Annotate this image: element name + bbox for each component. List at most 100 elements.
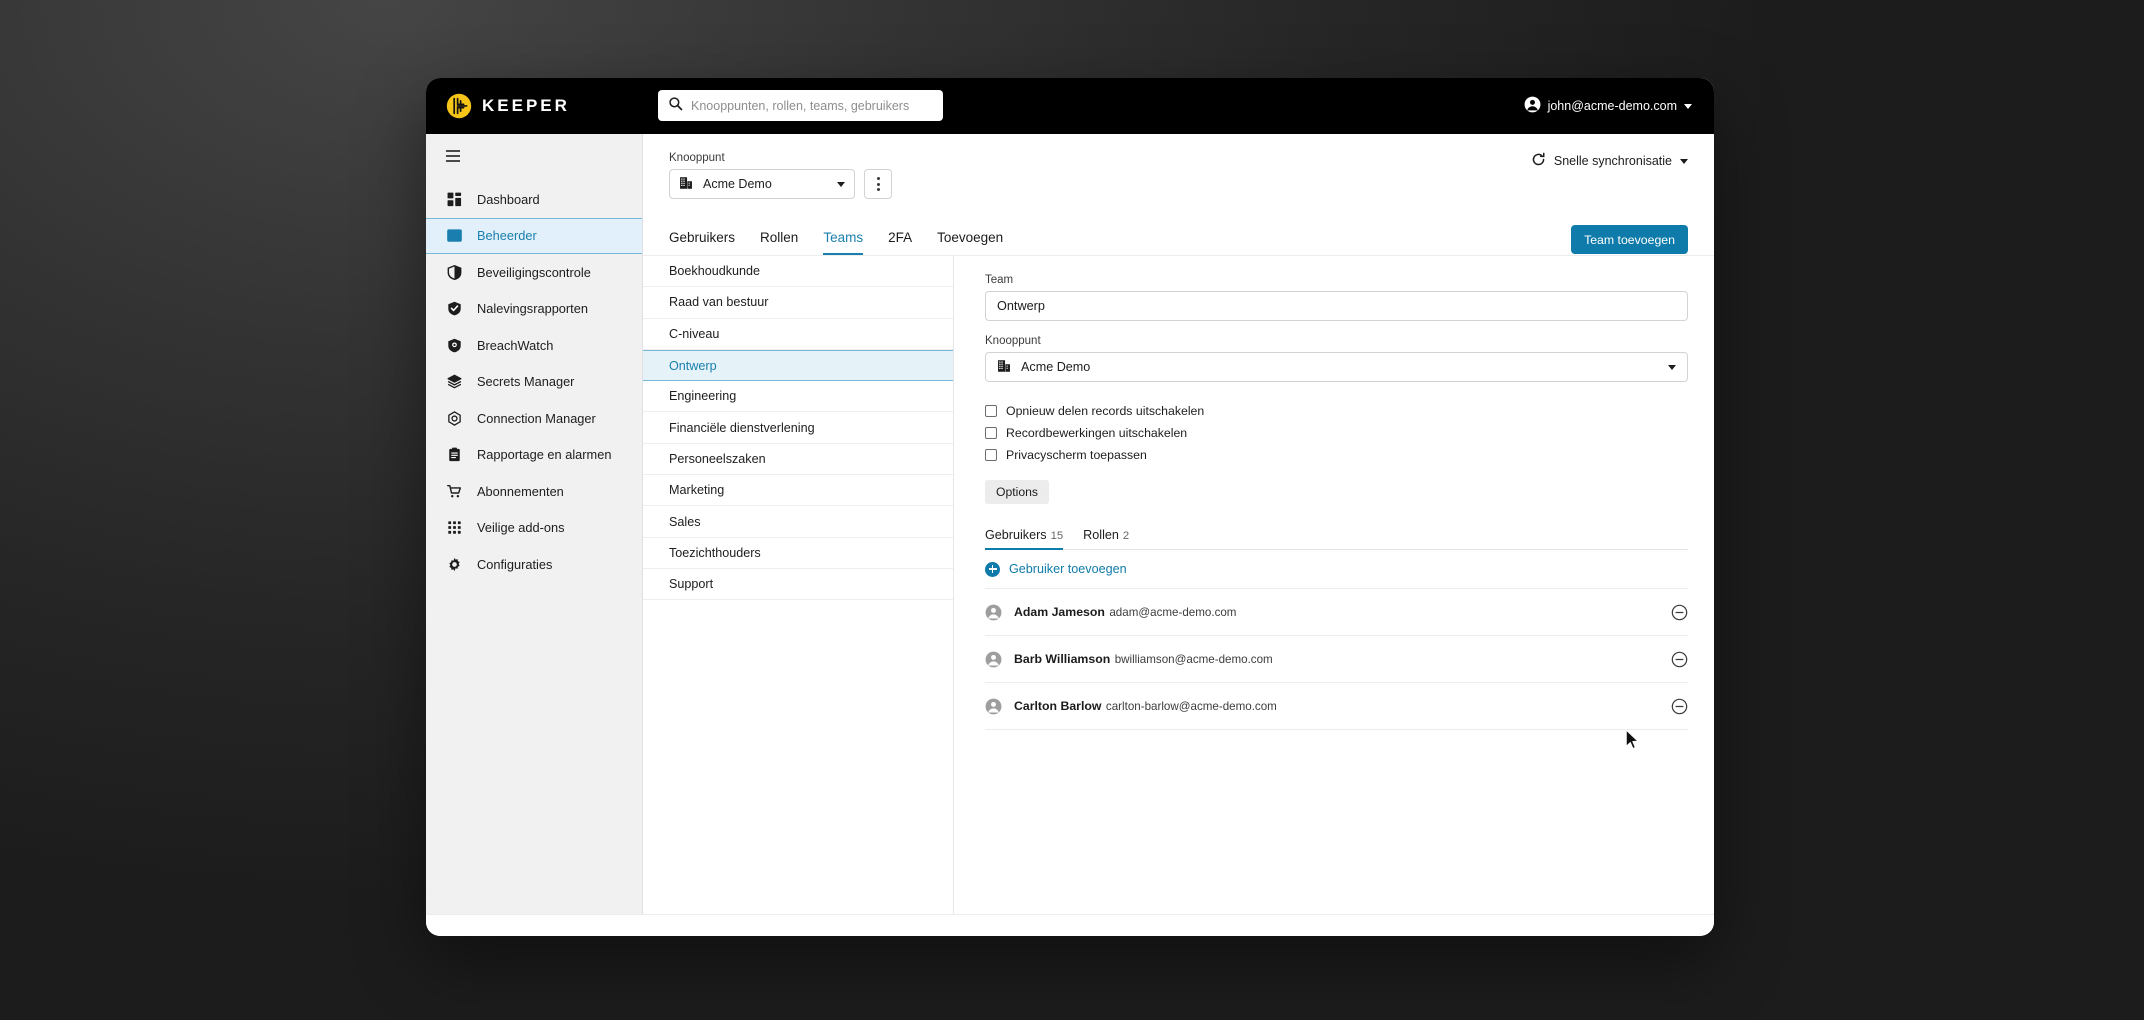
- team-name: Financiële dienstverlening: [669, 420, 815, 435]
- app-shell: Dashboard Beheerder Beveiligingscontrole…: [426, 134, 1714, 914]
- top-bar: KEEPER john@acme-demo.com: [426, 78, 1714, 134]
- team-name: Support: [669, 577, 714, 592]
- main-header: Knooppunt Acme Demo Snelle synchronisati…: [643, 134, 1714, 199]
- options-button[interactable]: Options: [985, 480, 1050, 504]
- team-list-item[interactable]: Personeelszaken: [643, 444, 953, 476]
- sidebar-item-label: Nalevingsrapporten: [477, 301, 588, 317]
- account-circle-icon: [985, 698, 1002, 715]
- tab-toevoegen[interactable]: Toevoegen: [937, 230, 1003, 255]
- layers-icon: [446, 373, 463, 390]
- detail-node-label: Knooppunt: [985, 335, 1041, 347]
- sidebar-item-veilige-add-ons[interactable]: Veilige add-ons: [426, 510, 642, 547]
- user-email: adam@acme-demo.com: [1109, 606, 1237, 619]
- checkbox-label: Recordbewerkingen uitschakelen: [1006, 426, 1188, 440]
- checkbox-disable-record-resharing[interactable]: Opnieuw delen records uitschakelen: [985, 400, 1688, 422]
- subtab-count: 15: [1050, 530, 1064, 542]
- team-name-input[interactable]: [985, 291, 1688, 321]
- keeper-admin-window: KEEPER john@acme-demo.com: [426, 78, 1714, 936]
- tab-gebruikers[interactable]: Gebruikers: [669, 230, 735, 255]
- node-selector-row: Acme Demo: [669, 169, 1688, 199]
- admin-panel-icon: [446, 227, 463, 244]
- quick-sync-label: Snelle synchronisatie: [1553, 154, 1672, 168]
- main-content: Knooppunt Acme Demo Snelle synchronisati…: [643, 134, 1714, 914]
- account-menu[interactable]: john@acme-demo.com: [1524, 78, 1692, 134]
- team-name: Engineering: [669, 389, 737, 404]
- sidebar-item-secrets-manager[interactable]: Secrets Manager: [426, 364, 642, 401]
- user-list-item: Carlton Barlow carlton-barlow@acme-demo.…: [985, 683, 1688, 730]
- minus-circle-icon[interactable]: [1671, 698, 1688, 715]
- tab-label: Gebruikers: [669, 230, 736, 245]
- clipboard-icon: [446, 446, 463, 463]
- team-name: Raad van bestuur: [669, 295, 769, 310]
- user-info: Barb Williamson bwilliamson@acme-demo.co…: [1014, 650, 1659, 668]
- checkbox-apply-privacy-screen[interactable]: Privacyscherm toepassen: [985, 444, 1688, 466]
- keeper-logo-icon: [446, 93, 472, 119]
- sidebar-item-label: Abonnementen: [477, 483, 564, 499]
- tab-teams[interactable]: Teams: [823, 230, 864, 255]
- brand-name: KEEPER: [482, 96, 570, 115]
- tab-label: Toevoegen: [937, 230, 1004, 245]
- refresh-icon: [1531, 152, 1546, 170]
- sidebar-item-beveiligingscontrole[interactable]: Beveiligingscontrole: [426, 254, 642, 291]
- dashboard-icon: [446, 191, 463, 208]
- sidebar-item-label: BreachWatch: [477, 337, 554, 353]
- sidebar-item-label: Connection Manager: [477, 410, 596, 426]
- team-name-label: Team: [985, 274, 1014, 286]
- checkbox-label: Privacyscherm toepassen: [1006, 448, 1147, 462]
- tab-label: 2FA: [888, 230, 913, 245]
- team-list-item[interactable]: Toezichthouders: [643, 538, 953, 569]
- hamburger-menu-icon[interactable]: [426, 134, 642, 175]
- quick-sync-button[interactable]: Snelle synchronisatie: [1531, 152, 1688, 170]
- minus-circle-icon[interactable]: [1671, 651, 1688, 668]
- gear-icon: [446, 556, 463, 573]
- minus-circle-icon[interactable]: [1671, 604, 1688, 621]
- team-name: Sales: [669, 514, 701, 529]
- sidebar-item-configuraties[interactable]: Configuraties: [426, 546, 642, 583]
- team-list-item[interactable]: Marketing: [643, 475, 953, 507]
- team-list-item[interactable]: Financiële dienstverlening: [643, 412, 953, 444]
- sidebar-nav-list: Dashboard Beheerder Beveiligingscontrole…: [426, 175, 642, 583]
- team-list-item[interactable]: Sales: [643, 506, 953, 538]
- team-list-item[interactable]: Boekhoudkunde: [643, 256, 953, 288]
- tab-2fa[interactable]: 2FA: [888, 230, 912, 255]
- brand-logo[interactable]: KEEPER: [426, 93, 644, 119]
- sidebar-item-dashboard[interactable]: Dashboard: [426, 181, 642, 218]
- user-email: bwilliamson@acme-demo.com: [1114, 653, 1273, 666]
- add-user-button[interactable]: Gebruiker toevoegen: [985, 550, 1688, 589]
- subtab-gebruikers[interactable]: Gebruikers 15: [985, 528, 1064, 550]
- sidebar-item-label: Secrets Manager: [477, 374, 575, 390]
- checkbox-box[interactable]: [985, 405, 997, 417]
- team-list-item[interactable]: C-niveau: [643, 319, 953, 350]
- search-icon: [668, 96, 683, 116]
- team-list-item[interactable]: Support: [643, 569, 953, 601]
- user-name: Adam Jameson: [1014, 605, 1105, 619]
- detail-node-select[interactable]: Acme Demo: [985, 352, 1688, 382]
- team-list-item-selected[interactable]: Ontwerp: [643, 349, 953, 382]
- subtab-rollen[interactable]: Rollen 2: [1083, 528, 1129, 550]
- more-vertical-icon[interactable]: [864, 169, 892, 199]
- sidebar-item-abonnementen[interactable]: Abonnementen: [426, 473, 642, 510]
- node-select[interactable]: Acme Demo: [669, 169, 855, 199]
- sidebar-item-beheerder[interactable]: Beheerder: [426, 217, 642, 254]
- sidebar-item-connection-manager[interactable]: Connection Manager: [426, 400, 642, 437]
- sidebar-item-nalevingsrapporten[interactable]: Nalevingsrapporten: [426, 291, 642, 328]
- search-input[interactable]: [691, 98, 933, 113]
- add-user-label: Gebruiker toevoegen: [1009, 562, 1127, 576]
- checkbox-box[interactable]: [985, 427, 997, 439]
- team-name: Toezichthouders: [669, 545, 761, 560]
- search-box[interactable]: [658, 90, 943, 121]
- tab-label: Rollen: [760, 230, 799, 245]
- sidebar-item-breachwatch[interactable]: BreachWatch: [426, 327, 642, 364]
- user-info: Carlton Barlow carlton-barlow@acme-demo.…: [1014, 697, 1659, 715]
- sidebar-item-rapportage-en-alarmen[interactable]: Rapportage en alarmen: [426, 437, 642, 474]
- add-team-button[interactable]: Team toevoegen: [1571, 225, 1688, 254]
- tab-rollen[interactable]: Rollen: [760, 230, 798, 255]
- subtab-label: Gebruikers: [985, 528, 1047, 542]
- team-list-item[interactable]: Engineering: [643, 381, 953, 413]
- sidebar: Dashboard Beheerder Beveiligingscontrole…: [426, 134, 643, 914]
- team-list-item[interactable]: Raad van bestuur: [643, 287, 953, 319]
- checkbox-box[interactable]: [985, 449, 997, 461]
- shield-check-icon: [446, 300, 463, 317]
- checkbox-disable-record-edits[interactable]: Recordbewerkingen uitschakelen: [985, 422, 1688, 444]
- content-panes: Boekhoudkunde Raad van bestuur C-niveau …: [643, 255, 1714, 914]
